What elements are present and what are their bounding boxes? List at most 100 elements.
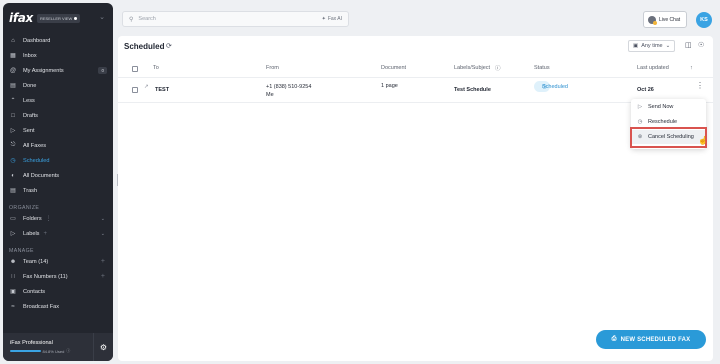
- reseller-view-label: RESELLER VIEW: [39, 15, 73, 21]
- menu-item-send-now[interactable]: ▷ Send Now: [631, 100, 706, 114]
- info-icon[interactable]: ⓘ: [495, 64, 501, 72]
- row-actions-kebab-icon[interactable]: ⋮: [696, 81, 704, 90]
- folder-icon: ▭: [10, 216, 16, 222]
- dialpad-icon: ∷: [11, 274, 15, 280]
- sidebar-item-label: Less: [23, 97, 35, 104]
- sidebar-item-drafts[interactable]: □ Drafts: [3, 108, 113, 123]
- column-from[interactable]: From: [266, 65, 279, 71]
- table-header: To From Document Labels/Subject ⓘ Status…: [118, 62, 713, 76]
- row-updated: Oct 26: [637, 87, 654, 93]
- chat-agent-icon: [648, 15, 657, 25]
- documents-icon: ◐: [11, 172, 15, 179]
- sidebar-item-scheduled[interactable]: ◷ Scheduled: [3, 153, 113, 168]
- sidebar-item-broadcast-fax[interactable]: ≈ Broadcast Fax: [3, 299, 113, 314]
- column-document[interactable]: Document: [381, 65, 406, 71]
- top-bar: ⚲ Search ✦ Fax AI Live Chat KS: [118, 0, 720, 36]
- column-last-updated[interactable]: Last updated: [637, 65, 669, 71]
- inbox-icon: ▦: [10, 53, 16, 59]
- sidebar-item-label: Contacts: [23, 288, 46, 295]
- live-chat-label: Live Chat: [659, 16, 681, 23]
- column-labels-subject[interactable]: Labels/Subject: [454, 65, 490, 71]
- sidebar-item-fax-numbers[interactable]: ∷ Fax Numbers (11) +: [3, 269, 113, 284]
- sidebar-item-dashboard[interactable]: ⌂ Dashboard: [3, 33, 113, 48]
- contacts-icon: ▣: [10, 289, 16, 295]
- sidebar-item-done[interactable]: ▤ Done: [3, 78, 113, 93]
- sidebar: ifax RESELLER VIEW ⌄ ⌂ Dashboard ▦ Inbox @…: [3, 3, 113, 361]
- column-to[interactable]: To: [153, 65, 159, 71]
- chevron-down-icon[interactable]: ⌄: [101, 231, 105, 237]
- assignments-count-badge: 0: [98, 67, 107, 74]
- sidebar-item-team[interactable]: ☻ Team (14) +: [3, 254, 113, 269]
- sidebar-item-trash[interactable]: ▤ Trash: [3, 183, 113, 198]
- select-all-checkbox[interactable]: [132, 66, 138, 72]
- scheduled-icon: ◷: [10, 158, 16, 164]
- search-icon: ⚲: [129, 16, 134, 23]
- chevron-down-icon[interactable]: ⌄: [101, 216, 105, 222]
- fax-ai-button[interactable]: ✦ Fax AI: [322, 16, 342, 22]
- at-icon: @: [9, 67, 17, 74]
- status-label: Scheduled: [542, 84, 568, 90]
- sidebar-item-label: Done: [23, 82, 37, 89]
- add-team-icon[interactable]: +: [101, 258, 105, 265]
- draft-icon: □: [11, 112, 15, 119]
- page-title: Scheduled: [124, 42, 165, 51]
- row-from: +1 (838) 510-9254 Me: [266, 83, 311, 99]
- add-fax-number-icon[interactable]: +: [101, 273, 105, 280]
- broadcast-icon: ≈: [11, 303, 15, 310]
- new-scheduled-fax-button[interactable]: ⎙ NEW SCHEDULED FAX: [596, 330, 706, 349]
- sidebar-item-folders[interactable]: ▭ Folders ⋮ ⌄: [3, 211, 113, 226]
- sidebar-item-my-assignments[interactable]: @ My Assignments 0: [3, 63, 113, 78]
- plan-footer: iFax Professional 84.8% Used ⓘ ⚙: [3, 333, 113, 361]
- fax-ai-label: Fax AI: [327, 16, 342, 22]
- row-subject: Test Schedule: [454, 87, 491, 93]
- sidebar-item-all-faxes[interactable]: ⎋ All Faxes: [3, 138, 113, 153]
- sidebar-header: ifax RESELLER VIEW ⌄: [3, 3, 113, 33]
- pointer-cursor-icon: ☝: [698, 136, 708, 145]
- search-input[interactable]: ⚲ Search ✦ Fax AI: [122, 11, 349, 27]
- view-icon[interactable]: ☉: [698, 41, 704, 49]
- sidebar-item-label: All Documents: [23, 172, 60, 179]
- manage-nav: ☻ Team (14) + ∷ Fax Numbers (11) + ▣ Contacts…: [3, 254, 113, 314]
- organize-nav: ▭ Folders ⋮ ⌄ ▷ Labels + ⌄: [3, 211, 113, 241]
- calendar-icon: ▣: [633, 43, 639, 49]
- sidebar-item-labels[interactable]: ▷ Labels + ⌄: [3, 226, 113, 241]
- menu-item-label: Reschedule: [648, 119, 678, 125]
- send-icon: ▷: [637, 104, 643, 110]
- toggle-dot-icon: [74, 16, 78, 20]
- sidebar-item-label: All Faxes: [23, 142, 47, 149]
- primary-nav: ⌂ Dashboard ▦ Inbox @ My Assignments 0 ▤ Done…: [3, 33, 113, 198]
- collapse-sidebar-icon[interactable]: ⌄: [99, 13, 105, 21]
- info-icon[interactable]: ⓘ: [66, 348, 70, 354]
- app-logo[interactable]: ifax: [9, 11, 33, 25]
- column-status[interactable]: Status: [534, 65, 550, 71]
- time-filter-dropdown[interactable]: ▣ Any time ⌄: [628, 40, 676, 52]
- avatar[interactable]: KS: [696, 12, 712, 28]
- row-document[interactable]: 1 page: [381, 83, 398, 89]
- row-from-number: +1 (838) 510-9254: [266, 84, 312, 90]
- row-to: TEST: [155, 87, 170, 93]
- reschedule-icon: ◷: [637, 119, 643, 125]
- columns-icon[interactable]: ◫: [685, 41, 692, 49]
- organize-section-label: ORGANIZE: [9, 205, 40, 211]
- sidebar-item-all-documents[interactable]: ◐ All Documents: [3, 168, 113, 183]
- sidebar-item-sent[interactable]: ▷ Sent: [3, 123, 113, 138]
- sidebar-item-label: Team (14): [23, 258, 49, 265]
- table-row[interactable]: ↗ TEST +1 (838) 510-9254 Me 1 page Test …: [118, 77, 713, 103]
- refresh-icon[interactable]: ⟳: [166, 42, 172, 50]
- row-checkbox[interactable]: [132, 87, 138, 93]
- add-label-icon[interactable]: +: [43, 231, 47, 237]
- folder-options-icon[interactable]: ⋮: [46, 215, 52, 222]
- sidebar-item-less[interactable]: ⌃ Less: [3, 93, 113, 108]
- settings-gear-icon[interactable]: ⚙: [93, 333, 113, 361]
- plan-usage[interactable]: iFax Professional 84.8% Used ⓘ: [3, 340, 93, 354]
- reseller-view-toggle[interactable]: RESELLER VIEW: [36, 13, 81, 23]
- sidebar-item-label: Scheduled: [23, 157, 50, 164]
- live-chat-button[interactable]: Live Chat: [643, 11, 687, 28]
- chevron-down-icon: ⌄: [665, 43, 671, 49]
- sidebar-item-label: Drafts: [23, 112, 38, 119]
- sidebar-item-label: Labels: [23, 230, 40, 237]
- sort-arrow-up-icon[interactable]: ↑: [690, 65, 693, 71]
- sidebar-item-inbox[interactable]: ▦ Inbox: [3, 48, 113, 63]
- sidebar-item-label: Dashboard: [23, 37, 51, 44]
- sidebar-item-contacts[interactable]: ▣ Contacts: [3, 284, 113, 299]
